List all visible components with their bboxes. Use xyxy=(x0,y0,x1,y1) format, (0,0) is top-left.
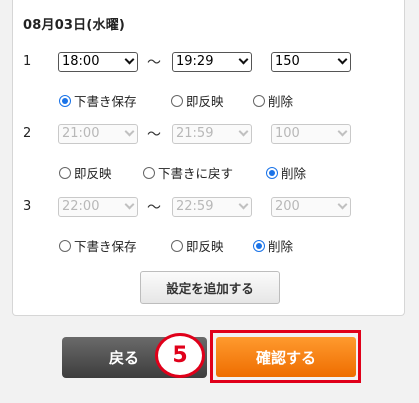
radio-label: 下書きに戻す xyxy=(158,166,234,181)
radio-label: 下書き保存 xyxy=(74,239,137,254)
row-2-amount-value: 100 xyxy=(275,126,300,141)
confirm-button-label: 確認する xyxy=(255,348,316,367)
row-3-option-delete[interactable]: 削除 xyxy=(253,236,293,255)
row-2-option-delete[interactable]: 削除 xyxy=(266,163,306,182)
row-3-start-select: 22:00 xyxy=(58,197,138,217)
row-3-tilde: ～ xyxy=(147,200,161,216)
radio-label: 即反映 xyxy=(74,166,112,181)
row-1-amount-value: 150 xyxy=(275,54,300,69)
schedule-panel: 08月03日(水曜) 1 18:00 ～ 19:29 150 下書き保存 即反映… xyxy=(12,0,405,316)
chevron-down-icon xyxy=(337,54,348,65)
radio-label: 削除 xyxy=(268,239,294,254)
row-2-end-select: 21:59 xyxy=(172,124,252,144)
row-3-option-publish[interactable]: 即反映 xyxy=(171,236,224,255)
row-3-start-value: 22:00 xyxy=(62,199,100,214)
chevron-down-icon xyxy=(124,126,135,137)
row-1-option-delete[interactable]: 削除 xyxy=(253,91,293,110)
radio-label: 削除 xyxy=(268,94,294,109)
row-2-start-value: 21:00 xyxy=(62,126,100,141)
row-3-amount-select: 200 xyxy=(271,197,351,217)
radio-icon xyxy=(59,166,71,179)
date-heading: 08月03日(水曜) xyxy=(23,18,126,33)
chevron-down-icon xyxy=(337,126,348,137)
chevron-down-icon xyxy=(124,199,135,210)
chevron-down-icon xyxy=(238,199,249,210)
radio-icon xyxy=(59,239,71,252)
radio-icon xyxy=(171,94,183,107)
row-2-index: 2 xyxy=(23,126,32,141)
radio-label: 下書き保存 xyxy=(74,94,137,109)
row-1-start-value: 18:00 xyxy=(62,54,100,69)
radio-icon xyxy=(143,166,155,179)
row-3-amount-value: 200 xyxy=(275,199,300,214)
row-2-amount-select: 100 xyxy=(271,124,351,144)
chevron-down-icon xyxy=(124,54,135,65)
row-1-option-draft[interactable]: 下書き保存 xyxy=(59,91,137,110)
step-number-badge: 5 xyxy=(155,333,205,378)
chevron-down-icon xyxy=(337,199,348,210)
row-1-end-value: 19:29 xyxy=(176,54,214,69)
radio-label: 即反映 xyxy=(186,239,224,254)
radio-icon xyxy=(171,239,183,252)
radio-label: 削除 xyxy=(281,166,307,181)
row-1-start-select[interactable]: 18:00 xyxy=(58,52,138,72)
row-2-option-revert-draft[interactable]: 下書きに戻す xyxy=(143,163,233,182)
add-setting-button[interactable]: 設定を追加する xyxy=(140,271,280,304)
row-1-index: 1 xyxy=(23,54,32,69)
row-1-amount-select[interactable]: 150 xyxy=(271,52,351,72)
row-1-tilde: ～ xyxy=(147,55,161,71)
chevron-down-icon xyxy=(238,54,249,65)
row-3-index: 3 xyxy=(23,199,32,214)
row-2-start-select: 21:00 xyxy=(58,124,138,144)
row-3-end-select: 22:59 xyxy=(172,197,252,217)
row-2-option-publish[interactable]: 即反映 xyxy=(59,163,112,182)
row-2-end-value: 21:59 xyxy=(176,126,214,141)
back-button-label: 戻る xyxy=(109,349,140,367)
row-2-tilde: ～ xyxy=(147,127,161,143)
row-3-option-draft[interactable]: 下書き保存 xyxy=(59,236,137,255)
radio-icon xyxy=(266,166,278,179)
radio-icon xyxy=(253,94,265,107)
radio-icon xyxy=(59,94,71,107)
chevron-down-icon xyxy=(238,126,249,137)
radio-icon xyxy=(253,239,265,252)
row-1-option-publish[interactable]: 即反映 xyxy=(171,91,224,110)
confirm-button[interactable]: 確認する xyxy=(216,337,356,377)
row-3-end-value: 22:59 xyxy=(176,199,214,214)
row-1-end-select[interactable]: 19:29 xyxy=(172,52,252,72)
radio-label: 即反映 xyxy=(186,94,224,109)
